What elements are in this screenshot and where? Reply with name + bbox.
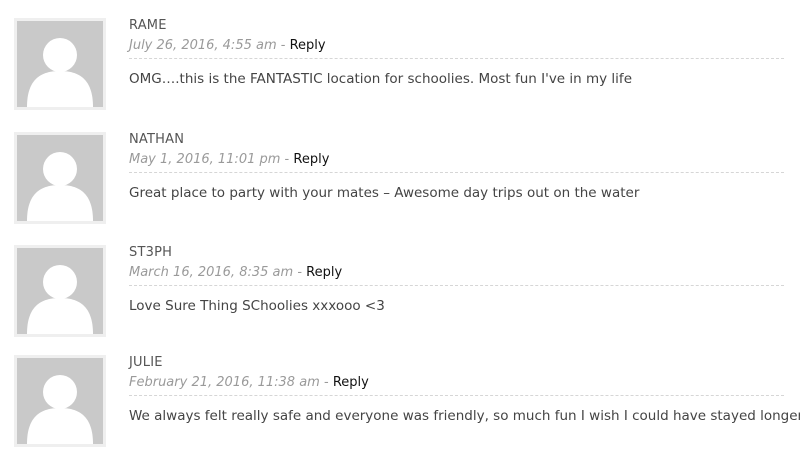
default-user-avatar-icon xyxy=(14,132,106,224)
reply-link[interactable]: Reply xyxy=(306,265,342,280)
meta-separator: - xyxy=(297,265,303,280)
comment-divider xyxy=(129,58,784,59)
default-user-avatar-icon xyxy=(14,355,106,447)
comment-author: ST3PH xyxy=(129,245,173,260)
reply-link[interactable]: Reply xyxy=(333,375,369,390)
comment-date[interactable]: March 16, 2016, 8:35 am xyxy=(129,265,293,280)
comment-text: Great place to party with your mates – A… xyxy=(129,185,640,201)
comment-meta: February 21, 2016, 11:38 am - Reply xyxy=(129,375,784,391)
comment-author: RAME xyxy=(129,18,167,33)
meta-separator: - xyxy=(323,375,329,390)
meta-separator: - xyxy=(280,38,286,53)
comment-divider xyxy=(129,395,784,396)
comment-text: We always felt really safe and everyone … xyxy=(129,408,800,424)
meta-separator: - xyxy=(284,152,290,167)
comment-meta: July 26, 2016, 4:55 am - Reply xyxy=(129,38,784,54)
comment-text: OMG….this is the FANTASTIC location for … xyxy=(129,71,632,87)
comment-text: Love Sure Thing SChoolies xxxooo <3 xyxy=(129,298,385,314)
comment-divider xyxy=(129,285,784,286)
reply-link[interactable]: Reply xyxy=(290,38,326,53)
comment-author: JULIE xyxy=(129,355,163,370)
comment-divider xyxy=(129,172,784,173)
default-user-avatar-icon xyxy=(14,245,106,337)
comment-list: RAME July 26, 2016, 4:55 am - Reply OMG…… xyxy=(0,0,800,469)
comment-meta: March 16, 2016, 8:35 am - Reply xyxy=(129,265,784,281)
comment-author: NATHAN xyxy=(129,132,185,147)
comment-date[interactable]: May 1, 2016, 11:01 pm xyxy=(129,152,280,167)
default-user-avatar-icon xyxy=(14,18,106,110)
reply-link[interactable]: Reply xyxy=(293,152,329,167)
comment-date[interactable]: July 26, 2016, 4:55 am xyxy=(129,38,277,53)
comment-meta: May 1, 2016, 11:01 pm - Reply xyxy=(129,152,784,168)
comment-date[interactable]: February 21, 2016, 11:38 am xyxy=(129,375,320,390)
